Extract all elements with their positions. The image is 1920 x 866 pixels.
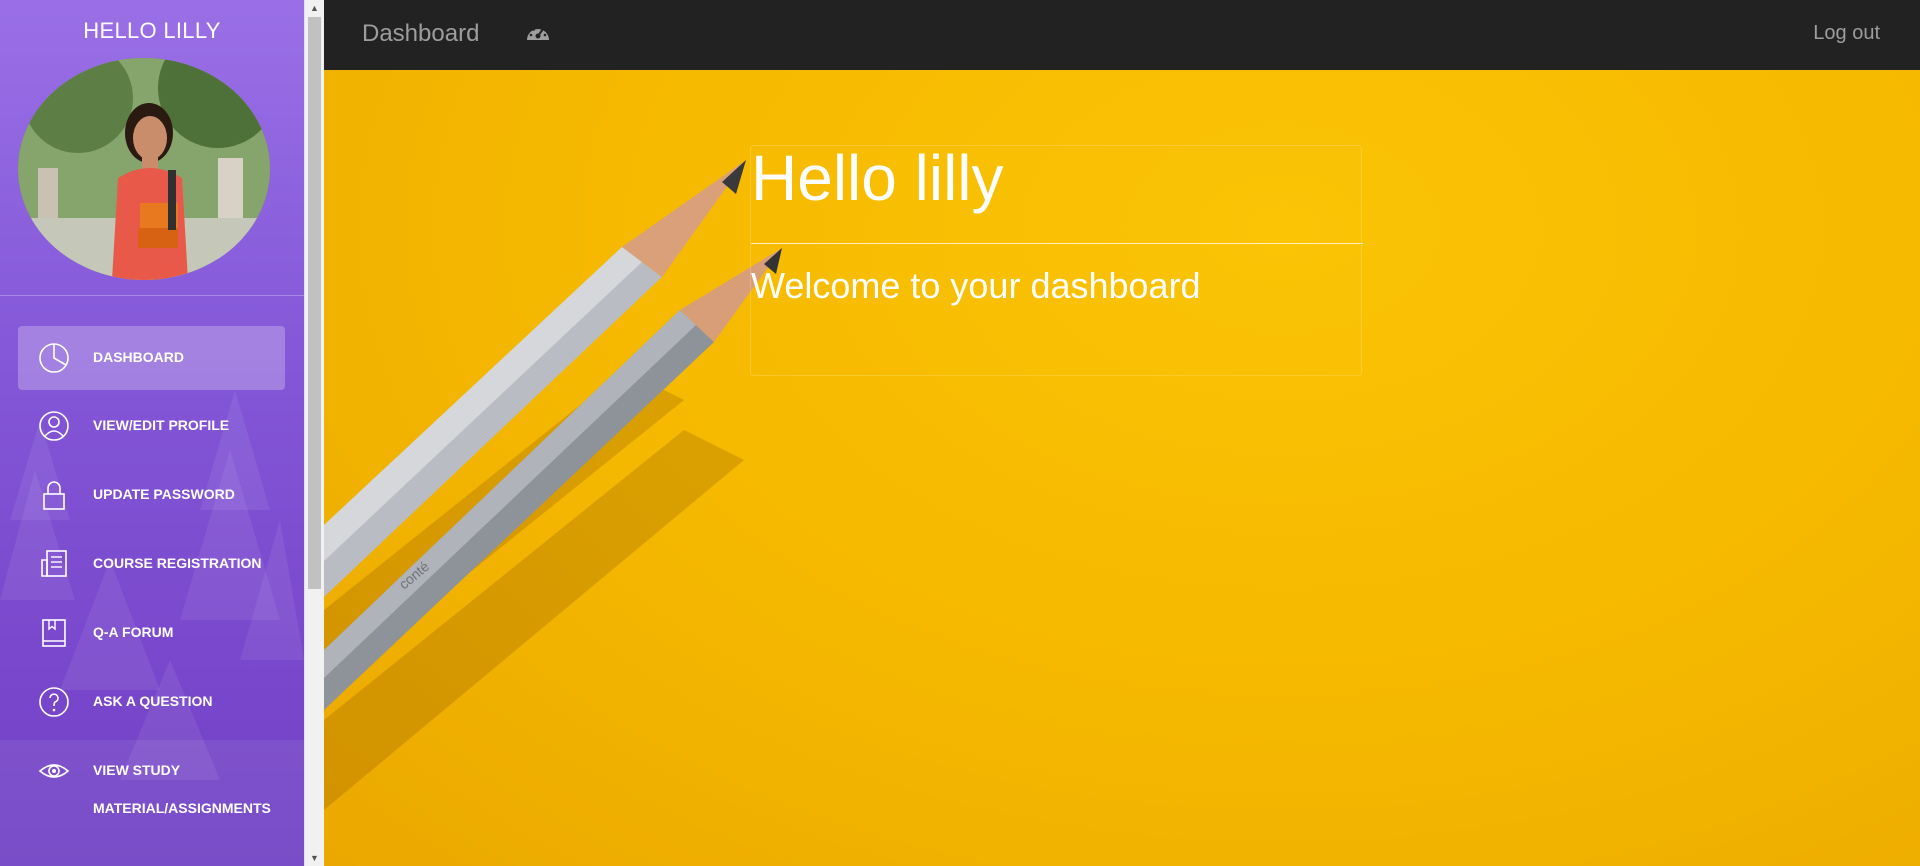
logout-link[interactable]: Log out xyxy=(1813,22,1880,45)
sidebar-item-label: ASK A QUESTION xyxy=(93,693,213,709)
sidebar: HELLO LILLY DASHBOARD VIEW/EDIT PROFILE … xyxy=(0,0,304,866)
sidebar-item-label: UPDATE PASSWORD xyxy=(93,486,235,502)
sidebar-item-ask-a-question[interactable]: ASK A QUESTION xyxy=(18,670,285,734)
dashboard-gauge-icon[interactable] xyxy=(524,20,552,48)
eye-icon xyxy=(38,764,70,778)
sidebar-item-course-registration[interactable]: COURSE REGISTRATION xyxy=(18,532,285,596)
sidebar-item-dashboard[interactable]: DASHBOARD xyxy=(18,326,285,390)
document-icon xyxy=(41,550,67,577)
topbar: Dashboard Log out xyxy=(324,0,1920,70)
sidebar-scrollbar[interactable]: ▲ ▼ xyxy=(304,0,324,866)
page-title: Hello lilly xyxy=(751,142,1004,214)
sidebar-item-qa-forum[interactable]: Q-A FORUM xyxy=(18,601,285,665)
sidebar-item-label: VIEW/EDIT PROFILE xyxy=(93,417,230,433)
sidebar-item-label: Q-A FORUM xyxy=(93,624,174,640)
lock-icon xyxy=(43,481,65,510)
sidebar-item-view-edit-profile[interactable]: VIEW/EDIT PROFILE xyxy=(18,394,285,458)
scroll-thumb[interactable] xyxy=(308,17,321,589)
sidebar-item-label: VIEW STUDY MATERIAL/ASSIGNMENTS xyxy=(93,762,271,816)
sidebar-item-view-study-material[interactable]: VIEW STUDY MATERIAL/ASSIGNMENTS xyxy=(18,739,285,823)
user-icon xyxy=(39,411,69,441)
question-circle-icon xyxy=(39,687,69,717)
page-subtitle: Welcome to your dashboard xyxy=(751,265,1201,306)
sidebar-greeting: HELLO LILLY xyxy=(83,18,221,43)
avatar-photo xyxy=(18,58,270,280)
sidebar-divider xyxy=(0,295,304,296)
sidebar-item-label: DASHBOARD xyxy=(93,349,184,365)
book-icon xyxy=(42,619,66,647)
welcome-card: Hello lilly Welcome to your dashboard xyxy=(750,142,1363,376)
navbar-brand[interactable]: Dashboard xyxy=(362,20,479,48)
sidebar-item-update-password[interactable]: UPDATE PASSWORD xyxy=(18,463,285,527)
title-divider xyxy=(751,243,1363,244)
main-content: conté Hello lilly Welcome to your dashbo… xyxy=(324,70,1920,866)
pie-chart-icon xyxy=(39,343,69,373)
avatar[interactable] xyxy=(18,58,270,280)
sidebar-item-label: COURSE REGISTRATION xyxy=(93,555,262,571)
scroll-up-arrow-icon[interactable]: ▲ xyxy=(305,0,324,16)
scroll-down-arrow-icon[interactable]: ▼ xyxy=(305,850,324,866)
